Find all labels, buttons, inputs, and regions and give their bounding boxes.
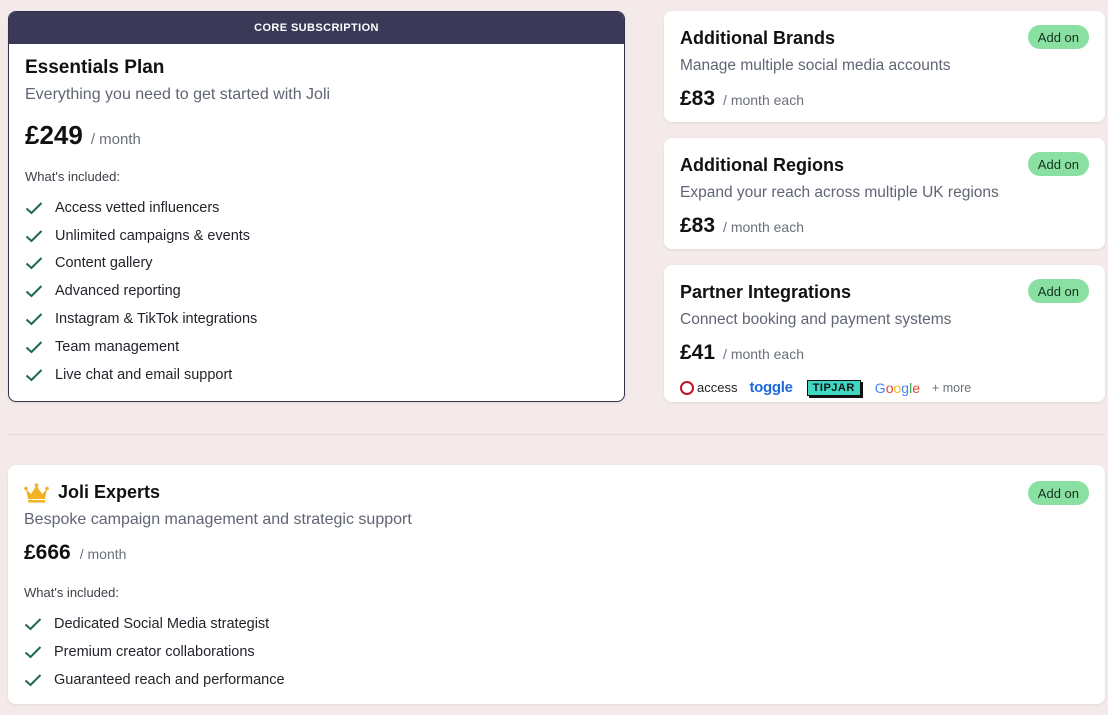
feature-item: Content gallery <box>25 250 608 278</box>
addon-subtitle: Connect booking and payment systems <box>680 311 952 328</box>
add-on-badge[interactable]: Add on <box>1027 152 1089 176</box>
feature-label: Team management <box>55 338 180 355</box>
experts-title: Joli Experts <box>58 482 161 502</box>
core-feature-list: Access vetted influencers Unlimited camp… <box>25 194 608 389</box>
feature-label: Live chat and email support <box>55 366 233 383</box>
feature-item: Dedicated Social Media strategist <box>24 610 1089 638</box>
plan-price-row: £249 / month <box>25 120 608 151</box>
feature-item: Advanced reporting <box>25 277 608 305</box>
section-divider <box>8 434 1105 435</box>
feature-label: Content gallery <box>55 255 153 272</box>
plan-price-unit: / month <box>90 131 141 148</box>
feature-item: Live chat and email support <box>25 361 608 389</box>
addon-price: £41 <box>680 341 716 364</box>
toggle-logo: toggle <box>749 379 793 396</box>
addon-subtitle: Expand your reach across multiple UK reg… <box>680 184 999 201</box>
check-icon <box>25 201 55 215</box>
add-on-badge[interactable]: Add on <box>1027 279 1089 303</box>
check-icon <box>24 617 54 631</box>
tipjar-logo: TIPJAR <box>806 379 861 396</box>
feature-item: Access vetted influencers <box>25 194 608 222</box>
check-icon <box>24 645 54 659</box>
experts-title-row: Joli Experts <box>24 482 1089 503</box>
feature-item: Premium creator collaborations <box>24 638 1089 666</box>
core-subscription-card: CORE SUBSCRIPTION Essentials Plan Everyt… <box>8 11 625 402</box>
feature-label: Dedicated Social Media strategist <box>54 616 270 632</box>
partner-logos: access toggle TIPJAR Google + more <box>680 379 1089 396</box>
access-logo-text: access <box>697 380 738 395</box>
check-icon <box>25 340 55 354</box>
check-icon <box>25 368 55 382</box>
feature-label: Access vetted influencers <box>55 199 220 216</box>
plan-subtitle: Everything you need to get started with … <box>25 86 331 103</box>
check-icon <box>25 229 55 243</box>
addon-price-row: £41 / month each <box>680 341 1089 365</box>
addon-price-row: £83 / month each <box>680 214 1089 238</box>
included-label: What's included: <box>25 169 120 184</box>
addon-price-unit: / month each <box>723 346 804 362</box>
feature-label: Advanced reporting <box>55 283 181 300</box>
access-logo: access <box>680 380 737 395</box>
feature-label: Instagram & TikTok integrations <box>55 311 258 328</box>
check-icon <box>25 256 55 270</box>
addon-card-brands[interactable]: Add on Additional Brands Manage multiple… <box>664 11 1105 122</box>
experts-price-row: £666 / month <box>24 541 1089 565</box>
feature-item: Instagram & TikTok integrations <box>25 305 608 333</box>
feature-label: Guaranteed reach and performance <box>54 672 285 688</box>
access-ring-icon <box>680 380 694 395</box>
crown-icon <box>24 482 49 502</box>
feature-label: Unlimited campaigns & events <box>55 227 251 244</box>
addon-price-unit: / month each <box>723 92 804 108</box>
addon-card-regions[interactable]: Add on Additional Regions Expand your re… <box>664 138 1105 249</box>
experts-price-unit: / month <box>79 546 127 562</box>
addon-subtitle: Manage multiple social media accounts <box>680 57 951 74</box>
more-partners-link[interactable]: + more <box>932 381 971 395</box>
experts-card[interactable]: Add on Joli Experts Bespoke campaign man… <box>8 465 1105 704</box>
check-icon <box>24 673 54 687</box>
plan-title: Essentials Plan <box>25 57 165 78</box>
feature-label: Premium creator collaborations <box>54 644 255 660</box>
plan-price: £249 <box>25 120 83 150</box>
check-icon <box>25 284 55 298</box>
addon-card-partner-integrations[interactable]: Add on Partner Integrations Connect book… <box>664 265 1105 402</box>
addon-price-unit: / month each <box>723 219 804 235</box>
addon-price: £83 <box>680 87 716 110</box>
add-on-badge[interactable]: Add on <box>1027 481 1089 505</box>
add-on-badge[interactable]: Add on <box>1027 25 1089 49</box>
feature-item: Guaranteed reach and performance <box>24 666 1089 694</box>
core-subscription-banner: CORE SUBSCRIPTION <box>9 12 624 44</box>
included-label: What's included: <box>24 585 119 600</box>
feature-item: Team management <box>25 333 608 361</box>
experts-subtitle: Bespoke campaign management and strategi… <box>24 511 412 528</box>
check-icon <box>25 312 55 326</box>
addon-price-row: £83 / month each <box>680 87 1089 111</box>
addon-price: £83 <box>680 214 716 237</box>
experts-price: £666 <box>24 541 71 564</box>
google-logo: Google <box>874 379 920 396</box>
feature-item: Unlimited campaigns & events <box>25 222 608 250</box>
experts-feature-list: Dedicated Social Media strategist Premiu… <box>24 610 1089 694</box>
